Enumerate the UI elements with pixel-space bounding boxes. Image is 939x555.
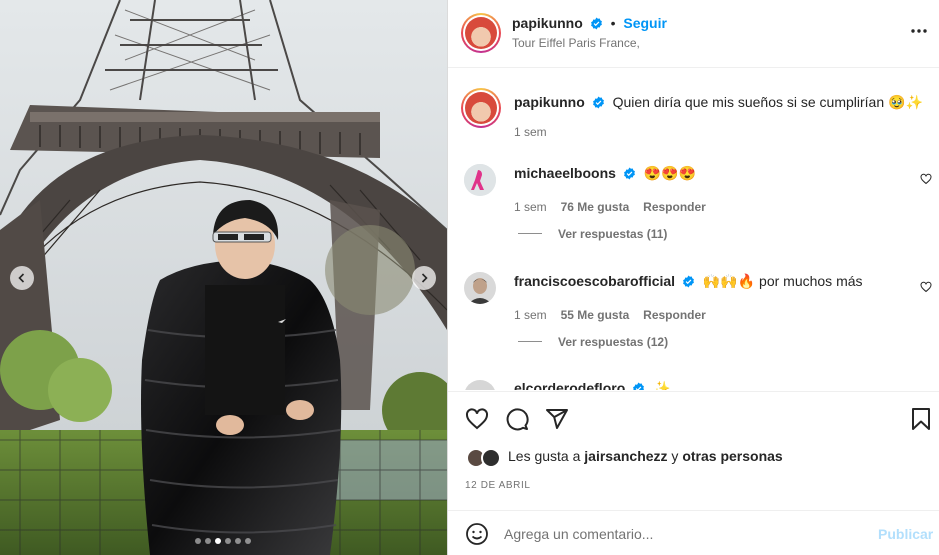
likes-middle: y — [667, 448, 683, 464]
slide-dot — [205, 538, 211, 544]
caption-author[interactable]: papikunno — [514, 94, 585, 110]
comment-author[interactable]: franciscoescobarofficial — [514, 273, 675, 289]
separator-dot: • — [610, 15, 616, 31]
like-heart-icon[interactable] — [465, 407, 489, 431]
comment-bubble-icon[interactable] — [505, 407, 529, 431]
verified-badge-icon — [683, 275, 694, 288]
comment-text: 😍😍😍 — [643, 165, 696, 181]
post-date[interactable]: 12 DE ABRIL — [465, 480, 531, 491]
caption-text: Quien diría que mis sueños si se cumplir… — [612, 94, 923, 110]
slide-dot — [225, 538, 231, 544]
post-sidebar: papikunno • Seguir Tour Eiffel Paris Fra… — [448, 0, 939, 555]
caption-avatar[interactable] — [461, 88, 501, 128]
view-replies-button[interactable]: Ver respuestas (11) — [558, 227, 667, 241]
comment-input[interactable]: Agrega un comentario... — [504, 526, 653, 542]
avatar-image — [464, 164, 496, 196]
like-comment-icon[interactable] — [920, 173, 932, 185]
comment-likes[interactable]: 76 Me gusta — [561, 200, 630, 214]
more-options-icon[interactable] — [910, 28, 928, 34]
next-slide-button[interactable] — [412, 266, 436, 290]
chevron-right-icon — [421, 273, 428, 283]
comment-item: michaeelboons 😍😍😍 1 sem 76 Me gusta Resp… — [448, 155, 939, 255]
slide-dot — [235, 538, 241, 544]
avatar-image — [464, 272, 496, 304]
caption: papikunno Quien diría que mis sueños si … — [448, 69, 939, 149]
likes-prefix: Les gusta a — [508, 448, 585, 464]
post-location[interactable]: Tour Eiffel Paris France, — [512, 36, 640, 50]
post-media[interactable] — [0, 0, 447, 555]
commenter-avatar[interactable] — [464, 272, 496, 304]
share-paperplane-icon[interactable] — [545, 407, 569, 431]
like-comment-icon[interactable] — [920, 281, 932, 293]
replies-line — [518, 341, 542, 342]
slide-dot — [245, 538, 251, 544]
replies-line — [518, 233, 542, 234]
liker-avatar — [481, 448, 501, 468]
commenter-avatar[interactable] — [464, 380, 496, 390]
slide-dot — [195, 538, 201, 544]
verified-badge-icon — [633, 382, 645, 390]
comment-text: ✨ — [653, 380, 671, 390]
verified-badge-icon — [592, 96, 604, 109]
comment-author[interactable]: elcorderodefloro — [514, 380, 625, 390]
liked-by-others[interactable]: otras personas — [682, 448, 782, 464]
comments-list[interactable]: papikunno Quien diría que mis sueños si … — [448, 69, 939, 390]
post-dialog: papikunno • Seguir Tour Eiffel Paris Fra… — [0, 0, 939, 555]
reply-button[interactable]: Responder — [643, 308, 706, 322]
publish-button[interactable]: Publicar — [878, 526, 933, 542]
comment-item: elcorderodefloro ✨ — [448, 371, 939, 390]
slide-indicator — [195, 538, 251, 544]
previous-slide-button[interactable] — [10, 266, 34, 290]
verified-badge-icon — [590, 17, 602, 30]
author-avatar[interactable] — [461, 13, 501, 53]
eiffel-tower-photo — [0, 0, 447, 555]
comment-composer: Agrega un comentario... Publicar — [448, 510, 939, 555]
follow-button[interactable]: Seguir — [623, 15, 667, 31]
liked-by-avatars[interactable] — [466, 448, 506, 468]
post-actions: Les gusta a jairsanchezz y otras persona… — [448, 391, 939, 511]
author-username[interactable]: papikunno — [512, 15, 583, 31]
comment-text: 🙌🙌🔥 por muchos más — [702, 273, 863, 289]
comment-time[interactable]: 1 sem — [514, 308, 547, 322]
liked-by-user[interactable]: jairsanchezz — [584, 448, 667, 464]
likes-summary: Les gusta a jairsanchezz y otras persona… — [508, 448, 783, 464]
emoji-picker-icon[interactable] — [465, 522, 489, 546]
comment-time[interactable]: 1 sem — [514, 200, 547, 214]
reply-button[interactable]: Responder — [643, 200, 706, 214]
chevron-left-icon — [18, 273, 25, 283]
comment-item: franciscoescobarofficial 🙌🙌🔥 por muchos … — [448, 263, 939, 363]
post-header: papikunno • Seguir Tour Eiffel Paris Fra… — [448, 0, 939, 68]
caption-time[interactable]: 1 sem — [514, 125, 547, 139]
comment-author[interactable]: michaeelboons — [514, 165, 616, 181]
verified-badge-icon — [623, 167, 635, 180]
commenter-avatar[interactable] — [464, 164, 496, 196]
comment-likes[interactable]: 55 Me gusta — [561, 308, 630, 322]
save-bookmark-icon[interactable] — [910, 407, 932, 431]
view-replies-button[interactable]: Ver respuestas (12) — [558, 335, 668, 349]
slide-dot — [215, 538, 221, 544]
